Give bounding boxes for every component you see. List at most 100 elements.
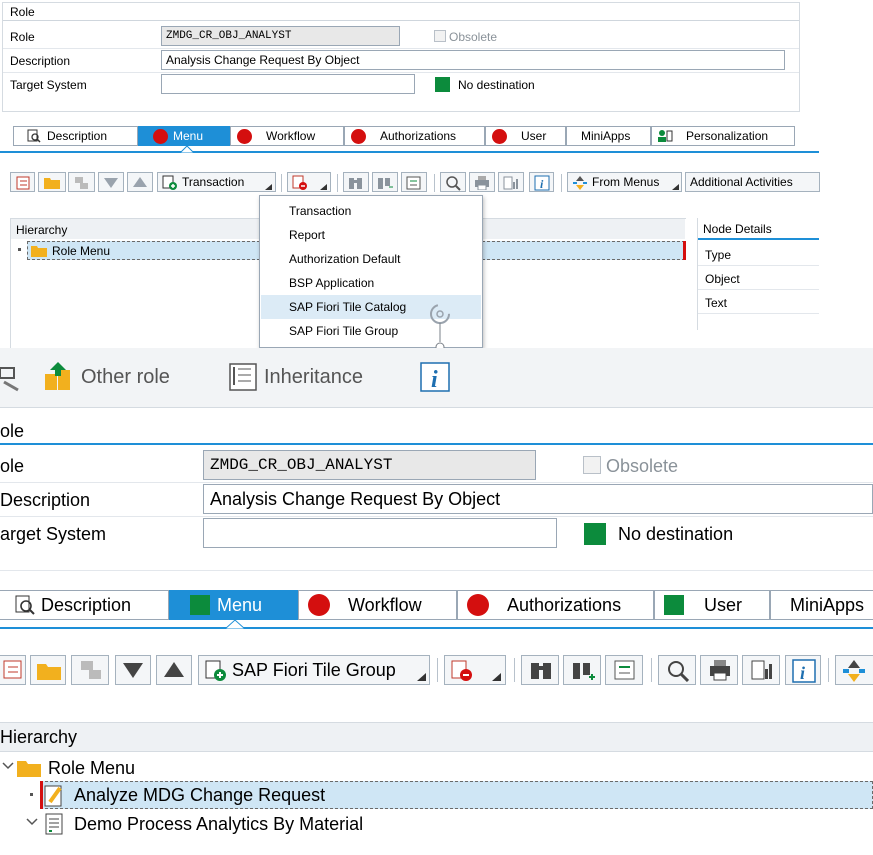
description-field[interactable]: Analysis Change Request By Object [161, 50, 785, 70]
menu-item-bsp-application[interactable]: BSP Application [261, 271, 481, 295]
additional-activities-button[interactable]: Additional Activities [685, 172, 820, 192]
create-folder-button[interactable] [38, 172, 66, 192]
print-button[interactable] [469, 172, 495, 192]
tab-menu[interactable]: Menu [138, 126, 230, 146]
delete-node-button[interactable] [444, 655, 506, 685]
tab-miniapps[interactable]: MiniApps [566, 126, 651, 146]
destination-status-icon [584, 523, 606, 545]
node-type-select-button[interactable]: SAP Fiori Tile Group [198, 655, 430, 685]
chart-button[interactable] [498, 172, 524, 192]
obsolete-checkbox[interactable] [583, 456, 601, 474]
chevron-down-icon [26, 818, 38, 826]
toolbar-separator [281, 174, 282, 192]
tree-bullet-icon [30, 793, 33, 796]
node-detail-text-label: Text [705, 296, 728, 310]
tree-node-analyze-mdg-change-request[interactable]: Analyze MDG Change Request [40, 781, 873, 809]
find-button[interactable] [343, 172, 369, 192]
transaction-label: Transaction [182, 175, 245, 189]
printer-icon [710, 660, 730, 681]
row-divider [3, 48, 799, 49]
inheritance-button[interactable]: Inheritance [264, 365, 363, 389]
green-status-icon [664, 595, 684, 615]
menu-item-authorization-default[interactable]: Authorization Default [261, 247, 481, 271]
create-folder-button[interactable] [30, 655, 66, 685]
tab-authorizations[interactable]: Authorizations [344, 126, 485, 146]
add-node-icon [205, 660, 226, 681]
chart-button[interactable] [742, 655, 780, 685]
info-button[interactable]: i [529, 172, 554, 192]
row-divider [0, 482, 873, 483]
role-section-header [0, 415, 873, 445]
dropdown-arrow-icon [672, 184, 679, 190]
tab-miniapps[interactable]: MiniApps [770, 590, 873, 620]
move-node-button[interactable] [71, 655, 109, 685]
tab-label: Description [47, 129, 108, 143]
tab-personalization[interactable]: Personalization [651, 126, 795, 146]
move-down-button[interactable] [98, 172, 124, 192]
find-next-button[interactable] [563, 655, 601, 685]
chart-icon [503, 176, 518, 190]
role-label: Role [10, 30, 35, 44]
expand-icon [3, 660, 22, 679]
other-role-button[interactable]: Other role [81, 365, 170, 389]
menu-item-transaction[interactable]: Transaction [261, 199, 481, 223]
node-detail-object-label: Object [705, 272, 740, 286]
description-field[interactable]: Analysis Change Request By Object [203, 484, 873, 514]
tab-user[interactable]: User [654, 590, 770, 620]
add-transaction-button[interactable]: Transaction [157, 172, 276, 192]
dropdown-arrow-icon [320, 184, 327, 190]
collapse-button[interactable] [401, 172, 427, 192]
tree-node-demo-process-analytics[interactable]: Demo Process Analytics By Material [0, 810, 873, 838]
zoom-button[interactable] [440, 172, 466, 192]
chart-icon [751, 660, 772, 680]
move-up-button[interactable] [127, 172, 153, 192]
zoom-button[interactable] [658, 655, 696, 685]
hierarchy-header: Hierarchy [16, 223, 68, 237]
tree-arrows-icon [843, 660, 865, 682]
find-next-button[interactable] [372, 172, 398, 192]
toolbar-separator [828, 658, 829, 682]
from-menus-button[interactable]: From Menus [567, 172, 682, 192]
printer-icon [475, 176, 489, 190]
move-down-button[interactable] [115, 655, 151, 685]
expand-node-button[interactable] [10, 172, 35, 192]
target-system-field[interactable] [203, 518, 557, 548]
delete-node-button[interactable] [287, 172, 331, 192]
target-system-field[interactable] [161, 74, 415, 94]
tree-node-role-menu[interactable]: Role Menu [0, 754, 873, 782]
row-divider [698, 313, 819, 314]
tab-workflow[interactable]: Workflow [298, 590, 457, 620]
toolbar-separator [561, 174, 562, 192]
section-title: ole [0, 421, 25, 441]
tree-bullet-icon [18, 248, 21, 251]
tab-description[interactable]: Description [13, 126, 138, 146]
obsolete-checkbox[interactable] [434, 30, 446, 42]
svg-text:i: i [800, 663, 805, 683]
active-tab-pointer-icon [225, 619, 245, 629]
binoculars-plus-icon [573, 663, 595, 680]
print-button[interactable] [700, 655, 738, 685]
tab-user[interactable]: User [485, 126, 566, 146]
toolbar-separator [434, 174, 435, 192]
tab-description[interactable]: Description [0, 590, 169, 620]
red-status-icon [308, 594, 330, 616]
info-button[interactable]: i [785, 655, 821, 685]
info-icon[interactable]: i [420, 362, 450, 392]
menu-item-report[interactable]: Report [261, 223, 481, 247]
red-status-icon [153, 129, 168, 144]
pencil-glasses-icon [0, 367, 19, 392]
move-up-button[interactable] [156, 655, 192, 685]
from-menus-button[interactable] [835, 655, 873, 685]
move-node-button[interactable] [68, 172, 95, 192]
collapse-button[interactable] [605, 655, 643, 685]
tab-workflow[interactable]: Workflow [230, 126, 344, 146]
toolbar-separator [437, 658, 438, 682]
triangle-up-icon [164, 662, 184, 677]
tab-menu[interactable]: Menu [169, 590, 298, 620]
tab-authorizations[interactable]: Authorizations [457, 590, 654, 620]
green-status-icon [190, 595, 210, 615]
dropdown-arrow-icon [492, 673, 501, 681]
expand-node-button[interactable] [0, 655, 26, 685]
role-label: ole [0, 456, 25, 476]
find-button[interactable] [521, 655, 559, 685]
